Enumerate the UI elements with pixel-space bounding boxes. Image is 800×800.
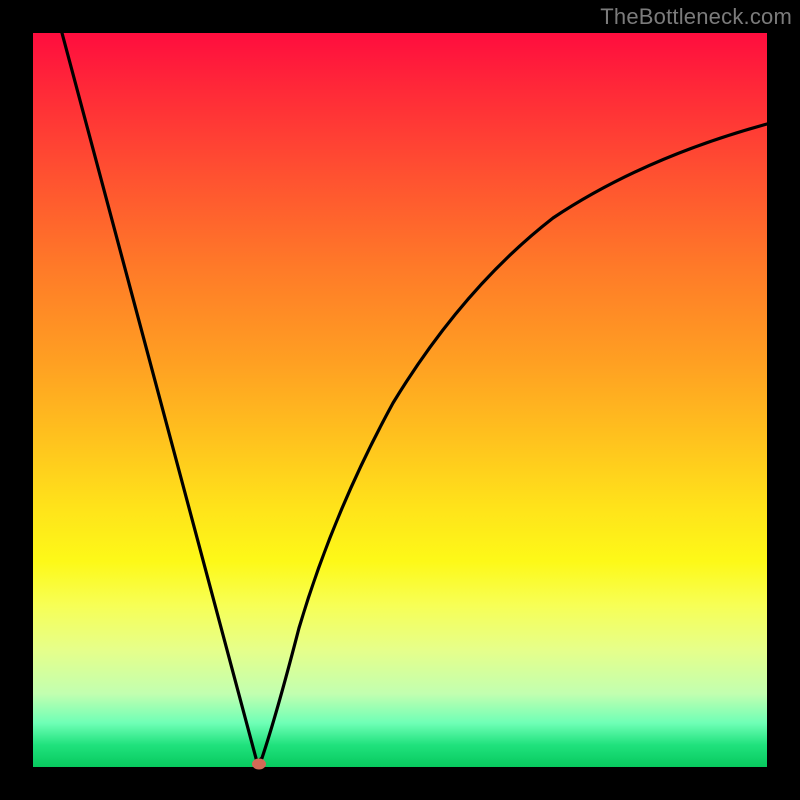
min-marker xyxy=(252,759,266,770)
watermark-text: TheBottleneck.com xyxy=(600,4,792,30)
curve-left-branch xyxy=(62,33,257,762)
curve-right-branch xyxy=(257,124,767,762)
chart-plot-area xyxy=(33,33,767,767)
chart-frame: TheBottleneck.com xyxy=(0,0,800,800)
